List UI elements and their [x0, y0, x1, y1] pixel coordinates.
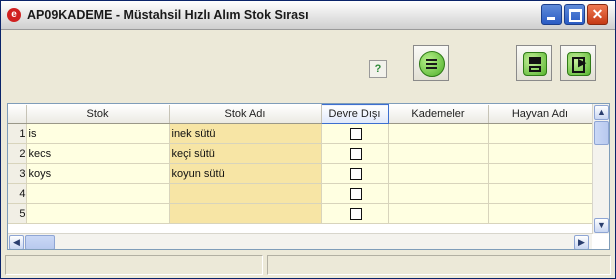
hayvan-adi-cell[interactable] — [488, 183, 593, 204]
list-icon — [419, 51, 445, 77]
hayvan-adi-cell[interactable] — [488, 203, 593, 224]
row-number: 3 — [8, 163, 27, 184]
devre-disi-cell[interactable] — [321, 203, 389, 224]
kademeler-cell[interactable] — [388, 163, 489, 184]
scroll-up-button[interactable]: ▲ — [594, 105, 609, 120]
column-header-devre-disi[interactable]: Devre Dışı — [320, 104, 389, 124]
column-header-kademeler[interactable]: Kademeler — [388, 104, 489, 124]
close-button[interactable]: ✕ — [587, 4, 608, 25]
stok-cell[interactable]: kecs — [26, 143, 170, 164]
header-row: Stok Stok Adı Devre Dışı Kademeler Hayva… — [8, 104, 593, 124]
devre-disi-cell[interactable] — [321, 183, 389, 204]
devre-disi-checkbox[interactable] — [349, 127, 362, 140]
kademeler-cell[interactable] — [388, 203, 489, 224]
hayvan-adi-cell[interactable] — [488, 143, 593, 164]
scroll-down-button[interactable]: ▼ — [594, 218, 609, 233]
horizontal-scroll-thumb[interactable] — [25, 235, 55, 249]
table-row[interactable]: 2 kecs keçi sütü — [8, 143, 593, 164]
stok-adi-cell[interactable]: keçi sütü — [169, 143, 322, 164]
vertical-scroll-thumb[interactable] — [594, 121, 609, 145]
main-window: e AP09KADEME - Müstahsil Hızlı Alım Stok… — [0, 0, 616, 279]
vertical-scrollbar[interactable]: ▲ ▼ — [592, 104, 609, 234]
devre-disi-checkbox[interactable] — [349, 187, 362, 200]
row-number-header[interactable] — [8, 104, 27, 124]
column-header-stok-adi[interactable]: Stok Adı — [169, 104, 322, 124]
row-number: 5 — [8, 203, 27, 224]
minimize-button[interactable] — [541, 4, 562, 25]
status-panel-right — [267, 255, 611, 275]
floppy-disk-icon — [523, 52, 547, 76]
devre-disi-checkbox[interactable] — [349, 207, 362, 220]
table-row[interactable]: 4 — [8, 183, 593, 204]
devre-disi-cell[interactable] — [321, 123, 389, 144]
scroll-left-button[interactable]: ◀ — [9, 235, 24, 249]
hayvan-adi-cell[interactable] — [488, 163, 593, 184]
stok-cell[interactable]: koys — [26, 163, 170, 184]
window-title: AP09KADEME - Müstahsil Hızlı Alım Stok S… — [27, 8, 309, 22]
exit-button[interactable] — [560, 45, 596, 81]
column-header-hayvan-adi[interactable]: Hayvan Adı — [488, 104, 593, 124]
devre-disi-cell[interactable] — [321, 163, 389, 184]
chevron-up-icon: ▲ — [597, 107, 606, 117]
row-number: 4 — [8, 183, 27, 204]
table-row[interactable]: 3 koys koyun sütü — [8, 163, 593, 184]
help-button[interactable]: ? — [369, 60, 387, 78]
stock-table: Stok Stok Adı Devre Dışı Kademeler Hayva… — [8, 104, 593, 224]
status-bar — [5, 255, 611, 275]
chevron-right-icon: ▶ — [578, 237, 585, 247]
devre-disi-checkbox[interactable] — [349, 167, 362, 180]
title-bar[interactable]: e AP09KADEME - Müstahsil Hızlı Alım Stok… — [1, 1, 615, 30]
table-row[interactable]: 1 is inek sütü — [8, 123, 593, 144]
save-button[interactable] — [516, 45, 552, 81]
chevron-down-icon: ▼ — [597, 220, 606, 230]
table-row[interactable]: 5 — [8, 203, 593, 224]
column-header-stok[interactable]: Stok — [26, 104, 170, 124]
kademeler-cell[interactable] — [388, 183, 489, 204]
kademeler-cell[interactable] — [388, 123, 489, 144]
scroll-right-button[interactable]: ▶ — [574, 235, 589, 249]
stok-cell[interactable] — [26, 203, 170, 224]
devre-disi-cell[interactable] — [321, 143, 389, 164]
stok-cell[interactable] — [26, 183, 170, 204]
app-logo-icon[interactable]: e — [7, 8, 21, 22]
close-icon: ✕ — [591, 6, 604, 22]
stok-cell[interactable]: is — [26, 123, 170, 144]
devre-disi-checkbox[interactable] — [349, 147, 362, 160]
maximize-button[interactable] — [564, 4, 585, 25]
kademeler-cell[interactable] — [388, 143, 489, 164]
help-icon: ? — [374, 63, 382, 75]
stok-adi-cell[interactable] — [169, 203, 322, 224]
row-number: 1 — [8, 123, 27, 144]
chevron-left-icon: ◀ — [13, 237, 20, 247]
row-number: 2 — [8, 143, 27, 164]
stock-grid: Stok Stok Adı Devre Dışı Kademeler Hayva… — [7, 103, 610, 250]
list-view-button[interactable] — [413, 45, 449, 81]
horizontal-scrollbar[interactable]: ◀ ▶ — [8, 233, 592, 249]
hayvan-adi-cell[interactable] — [488, 123, 593, 144]
stok-adi-cell[interactable]: inek sütü — [169, 123, 322, 144]
status-panel-left — [5, 255, 263, 275]
stok-adi-cell[interactable] — [169, 183, 322, 204]
exit-icon — [567, 52, 591, 76]
stok-adi-cell[interactable]: koyun sütü — [169, 163, 322, 184]
